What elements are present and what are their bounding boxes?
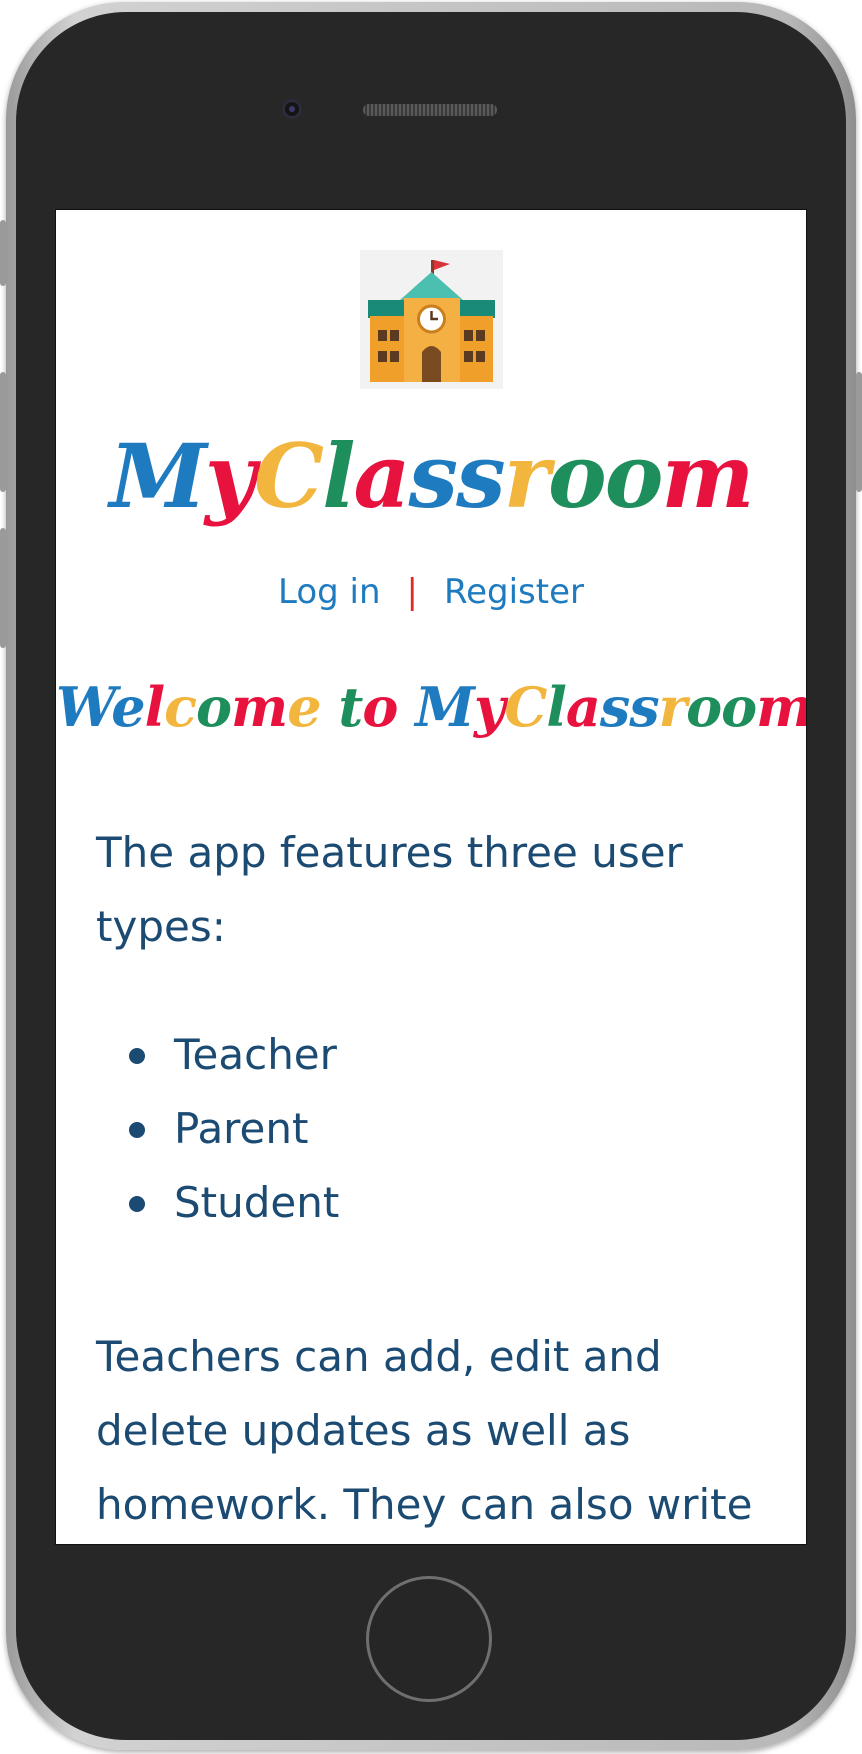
app-title-letter: a	[353, 424, 411, 528]
nav-separator: |	[406, 572, 418, 612]
list-item: Teacher	[96, 1018, 339, 1092]
teachers-paragraph: Teachers can add, edit and delete update…	[96, 1332, 753, 1529]
welcome-letter: l	[546, 675, 566, 739]
welcome-letter: s	[629, 675, 659, 739]
mute-switch	[0, 220, 6, 286]
welcome-letter: s	[599, 675, 630, 739]
welcome-letter: c	[164, 675, 197, 739]
app-title-letter: M	[109, 424, 206, 528]
welcome-letter: m	[756, 675, 807, 739]
user-type-teacher: Teacher	[174, 1030, 337, 1079]
intro-paragraph: The app features three user types:	[96, 828, 683, 951]
app-screen: MyClassroom Log in | Register Welcome to M…	[55, 209, 807, 1545]
welcome-letter: W	[56, 675, 112, 739]
logo	[360, 250, 503, 389]
front-camera	[282, 99, 302, 119]
app-title-letter: s	[408, 424, 459, 528]
welcome-letter: e	[287, 675, 321, 739]
app-title-letter: s	[456, 424, 506, 528]
welcome-letter: l	[144, 675, 165, 739]
app-title-letter: C	[254, 424, 324, 528]
welcome-letter: y	[473, 675, 505, 739]
welcome-letter: o	[196, 675, 232, 739]
login-link[interactable]: Log in	[278, 572, 381, 612]
welcome-letter: r	[658, 675, 687, 739]
power-button	[856, 372, 862, 492]
bullet-icon	[129, 1196, 145, 1212]
welcome-letter: o	[686, 675, 722, 739]
welcome-letter: o	[362, 675, 398, 739]
volume-up-button	[0, 372, 6, 492]
app-title-letter: r	[503, 424, 550, 528]
welcome-letter: o	[721, 675, 757, 739]
welcome-letter: m	[231, 675, 288, 739]
school-building-icon	[368, 260, 495, 382]
home-button[interactable]	[366, 1576, 492, 1702]
welcome-letter: C	[504, 675, 547, 739]
bullet-icon	[129, 1048, 145, 1064]
welcome-letter: t	[338, 675, 363, 739]
user-type-parent: Parent	[174, 1104, 309, 1153]
auth-nav: Log in | Register	[56, 572, 806, 612]
app-title: MyClassroom	[56, 432, 806, 520]
user-type-student: Student	[174, 1178, 340, 1227]
welcome-letter	[397, 675, 415, 739]
earpiece-speaker	[363, 104, 497, 116]
list-item: Parent	[96, 1092, 339, 1166]
welcome-letter: a	[565, 675, 601, 739]
app-title-letter: y	[204, 424, 256, 528]
welcome-letter	[321, 675, 339, 739]
register-link[interactable]: Register	[444, 572, 584, 612]
list-item: Student	[96, 1166, 339, 1240]
app-title-letter: l	[322, 424, 355, 528]
welcome-heading: Welcome to MyClassroom	[56, 680, 806, 734]
bullet-icon	[129, 1122, 145, 1138]
app-title-letter: m	[661, 424, 754, 528]
welcome-letter: M	[415, 675, 475, 739]
volume-down-button	[0, 528, 6, 648]
app-title-letter: o	[548, 424, 607, 528]
user-types-list: Teacher Parent Student	[96, 1018, 339, 1240]
app-title-letter: o	[604, 424, 664, 528]
welcome-letter: e	[111, 675, 145, 739]
